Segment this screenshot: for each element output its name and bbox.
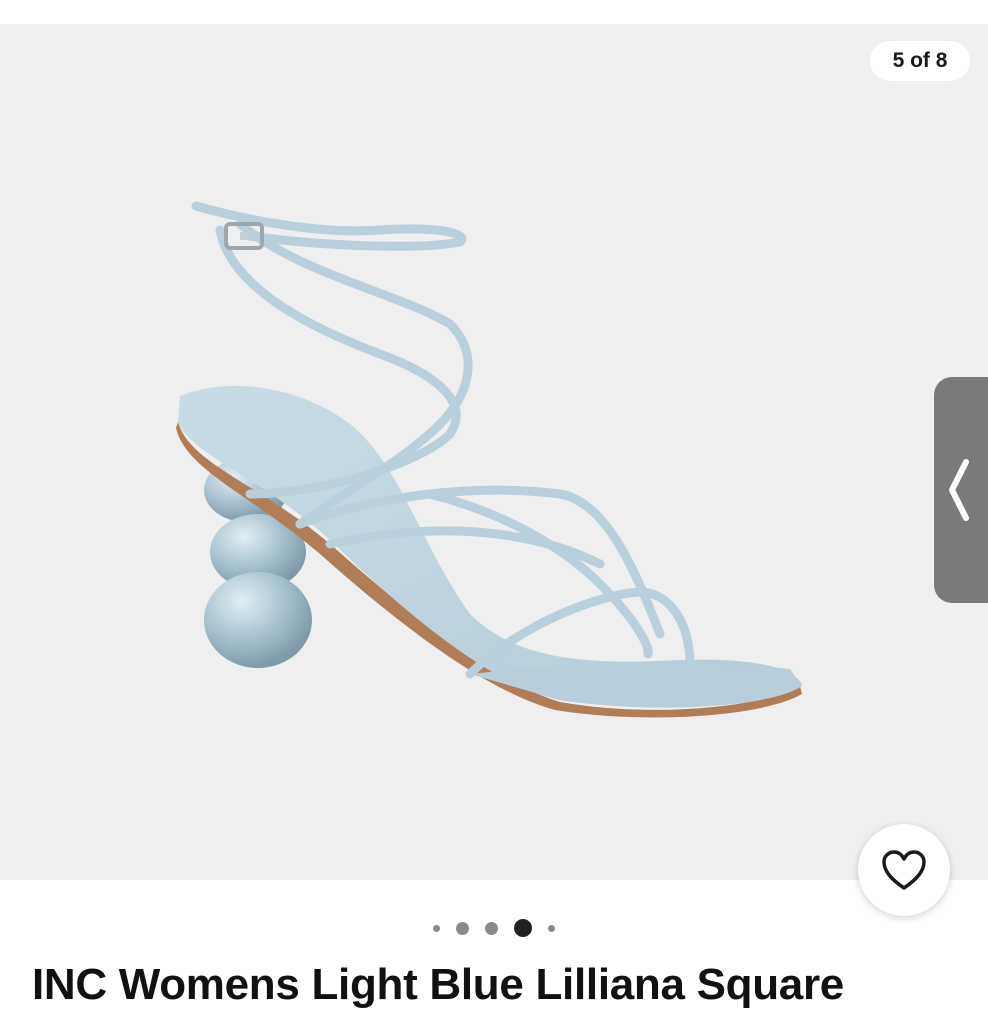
pagination-dot[interactable] [548, 924, 555, 932]
carousel-pagination [0, 916, 988, 940]
previous-image-tab[interactable] [934, 377, 988, 603]
pagination-dot[interactable] [433, 924, 440, 932]
product-image [176, 201, 802, 718]
pagination-dot[interactable] [485, 921, 498, 935]
image-counter: 5 of 8 [870, 41, 970, 81]
pagination-dot[interactable] [456, 921, 469, 935]
product-title: INC Womens Light Blue Lilliana Square [32, 960, 844, 1009]
favorite-button[interactable] [858, 824, 950, 916]
pagination-dot-active[interactable] [514, 919, 532, 937]
product-image-gallery[interactable]: 5 of 8 [0, 24, 988, 880]
chevron-left-icon [949, 459, 969, 521]
heart-icon [882, 850, 926, 890]
